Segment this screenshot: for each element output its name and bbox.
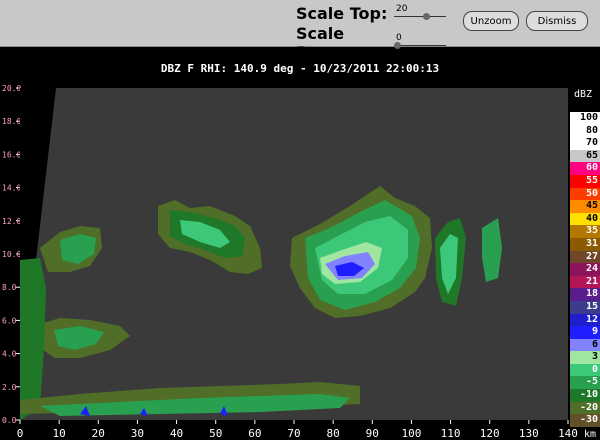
y-tick-label: 18.0: [2, 117, 21, 126]
x-tick-label: 70: [287, 427, 300, 440]
x-tick-label: 80: [327, 427, 340, 440]
x-tick-label: 50: [209, 427, 222, 440]
x-tick-label: 90: [366, 427, 379, 440]
x-tick-label: 10: [53, 427, 66, 440]
x-tick-label: 100: [401, 427, 421, 440]
y-tick-label: 10.0: [2, 250, 21, 259]
x-tick-label: 60: [248, 427, 261, 440]
y-tick-label: 4.0: [2, 350, 17, 359]
x-tick-label: 120: [480, 427, 500, 440]
y-tick-label: 16.0: [2, 150, 21, 159]
y-tick-label: 6.0: [2, 316, 17, 325]
x-tick-label: 110: [441, 427, 461, 440]
x-tick-label: 140: [558, 427, 578, 440]
x-tick-label: 0: [17, 427, 24, 440]
y-tick-label: 2.0: [2, 383, 17, 392]
y-tick-label: 14.0: [2, 184, 21, 193]
x-unit-label: km: [584, 429, 596, 440]
y-tick-label: 0.0: [2, 416, 17, 425]
x-tick-label: 40: [170, 427, 183, 440]
x-tick-label: 20: [92, 427, 105, 440]
x-tick-label: 130: [519, 427, 539, 440]
y-tick-label: 8.0: [2, 283, 17, 292]
y-tick-label: 12.0: [2, 217, 21, 226]
rhi-plot[interactable]: [20, 88, 568, 420]
y-tick-label: 20.0: [2, 84, 21, 93]
x-tick-label: 30: [131, 427, 144, 440]
